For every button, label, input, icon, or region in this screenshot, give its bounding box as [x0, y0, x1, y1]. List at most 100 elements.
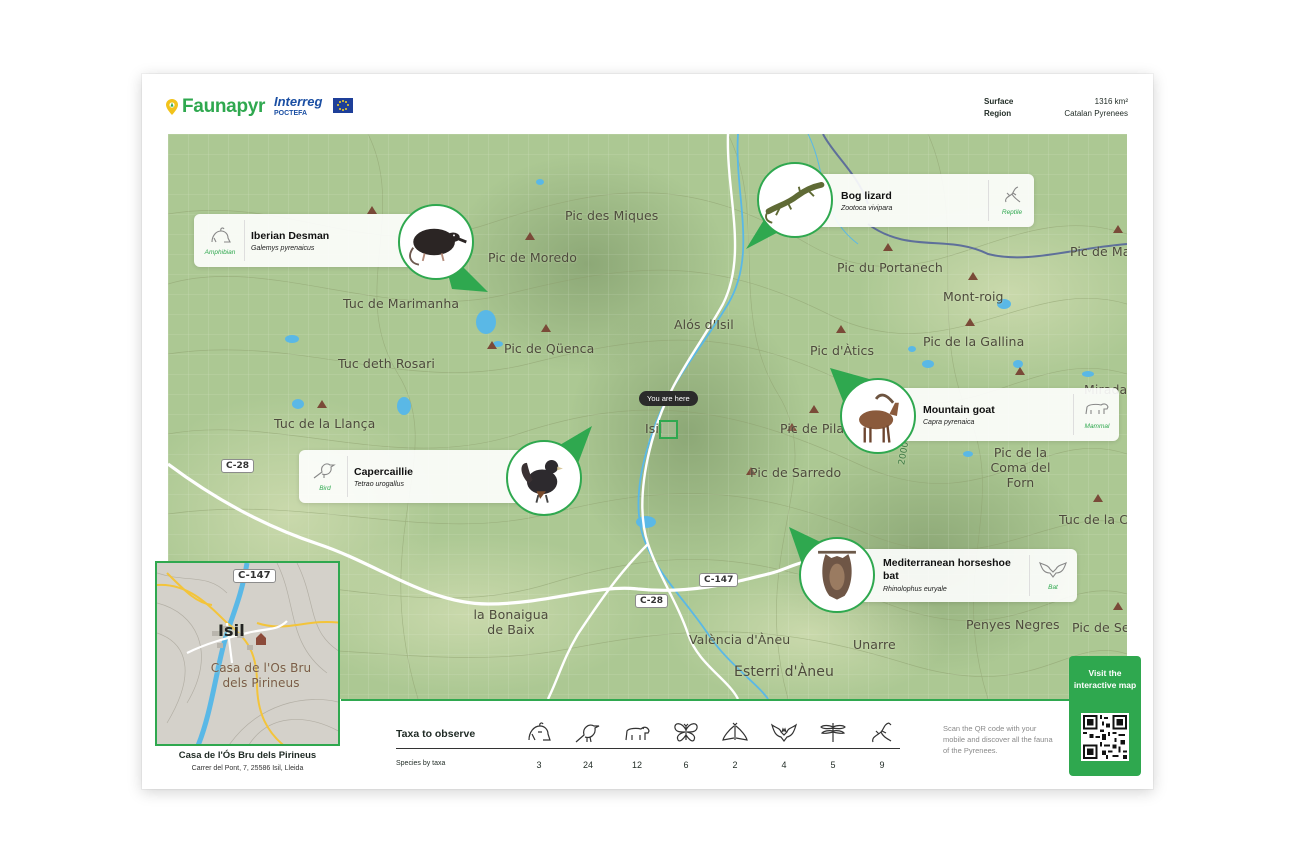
taxa-count: 9 [879, 760, 885, 770]
place-label: Pic de Qüenca [504, 341, 595, 356]
peak-marker [487, 341, 497, 349]
peak-marker [1113, 602, 1123, 610]
species-taxon: Bird [319, 485, 331, 492]
bat-illustration [799, 537, 875, 613]
inset-town-label: Isil [218, 621, 245, 640]
location-inset-map[interactable]: C-147 Isil Casa de l'Os Bru dels Pirineu… [155, 561, 340, 746]
peak-marker [1015, 367, 1025, 375]
species-name: Iberian Desman [251, 230, 330, 242]
taxa-divider [396, 748, 900, 749]
place-label: Tuc de la Ci [1059, 512, 1127, 527]
species-name: Bog lizard [841, 190, 892, 202]
you-are-here-marker[interactable] [659, 420, 678, 439]
inset-terrain [157, 563, 338, 744]
card-divider [347, 456, 348, 497]
interreg-logo: Interreg POCTEFA [274, 95, 322, 117]
mountain-goat-illustration [840, 378, 916, 454]
species-name: Mountain goat [923, 404, 995, 416]
partner-name: Interreg [274, 94, 323, 109]
peak-marker [1093, 494, 1103, 502]
capercaillie-illustration [506, 440, 582, 516]
qr-code[interactable] [1081, 713, 1129, 761]
taxa-count: 24 [582, 760, 593, 770]
road-badge: C-28 [635, 594, 669, 608]
lizard-icon [992, 184, 1032, 204]
place-label: Mont-roig [943, 289, 1004, 304]
peak-marker [965, 318, 975, 326]
peak-marker [883, 243, 893, 251]
lizard-icon [868, 720, 896, 744]
taxa-subtitle: Species by taxa [396, 760, 446, 767]
peak-marker [1113, 225, 1123, 233]
map-pin-logo-icon [166, 99, 178, 115]
species-card[interactable]: Amphibian Iberian Desman Galemys pyrenai… [194, 214, 430, 267]
species-latin-name: Capra pyrenaica [923, 419, 975, 426]
species-latin-name: Zootoca vivipara [841, 205, 893, 212]
meta-region: Region Catalan Pyrenees [984, 109, 1128, 118]
peak-marker [836, 325, 846, 333]
bird-icon [574, 720, 602, 744]
place-label: Penyes Negres [966, 617, 1060, 632]
card-divider [988, 180, 989, 221]
place-label: València d'Àneu [689, 632, 791, 647]
species-latin-name: Galemys pyrenaicus [251, 245, 315, 252]
place-label: Tuc deth Rosari [338, 356, 435, 371]
inset-address: Carrer del Pont, 7, 25586 Isil, Lleida [191, 765, 304, 772]
species-card[interactable]: Bog lizard Zootoca vivipara Reptile [800, 174, 1034, 227]
place-label: Esterri d'Àneu [734, 664, 834, 680]
frog-icon [200, 226, 240, 246]
species-taxon: Bat [1048, 584, 1058, 591]
place-label: Tuc de la Llança [274, 416, 376, 431]
peak-marker [317, 400, 327, 408]
bear-icon [623, 720, 651, 744]
species-latin-name: Rhinolophus euryale [883, 586, 947, 593]
place-label: Alós d'Isil [674, 317, 734, 332]
you-are-here-tooltip: You are here [639, 391, 698, 406]
species-taxon: Reptile [1001, 209, 1023, 216]
bog-lizard-illustration [757, 162, 833, 238]
taxa-count: 6 [683, 760, 689, 770]
bear-icon [1077, 398, 1117, 418]
species-taxon: Mammal [1084, 423, 1110, 430]
bottom-divider [341, 699, 1127, 701]
inset-poi-label: Casa de l'Os Bru dels Pirineus [210, 661, 312, 690]
place-label: Pic d'Àtics [810, 343, 875, 358]
meta-surface: Surface 1316 km² [984, 97, 1128, 106]
place-label: Pic de Moredo [488, 250, 578, 265]
inset-road-badge: C-147 [233, 569, 276, 583]
taxa-count: 12 [631, 760, 642, 770]
iberian-desman-illustration [398, 204, 474, 280]
place-label: Pic du Portanech [837, 260, 943, 275]
species-name: Capercaillie [354, 466, 413, 478]
species-card[interactable]: Bird Capercaillie Tetrao urogallus [299, 450, 525, 503]
species-taxon: Amphibian [204, 249, 236, 256]
road-badge: C-28 [221, 459, 255, 473]
peak-marker [367, 206, 377, 214]
place-label: Pic de Sarredo [750, 465, 842, 480]
taxa-title: Taxa to observe [396, 728, 476, 740]
bat-icon [770, 720, 798, 744]
moth-icon [721, 720, 749, 744]
place-label: Pic de Se [1072, 620, 1127, 635]
peak-marker [525, 232, 535, 240]
faunapyr-logo[interactable]: Faunapyr [166, 96, 265, 118]
place-label: la Bonaigua de Baix [473, 607, 549, 637]
species-name: Mediterranean horseshoe bat [883, 557, 1011, 582]
bird-icon [305, 460, 345, 480]
bat-icon [1033, 559, 1073, 579]
place-label: Pic de la Coma del Forn [990, 445, 1051, 490]
species-latin-name: Tetrao urogallus [354, 481, 404, 488]
peak-marker [541, 324, 551, 332]
place-label: Unarre [853, 637, 896, 652]
inset-title: Casa de l'Ós Bru dels Pirineus [178, 750, 317, 761]
peak-marker [968, 272, 978, 280]
poster: Faunapyr Interreg POCTEFA Surface 1316 k… [142, 74, 1153, 789]
partner-program: POCTEFA [274, 110, 308, 117]
place-label: Pic de la Gallina [923, 334, 1025, 349]
region-meta: Surface 1316 km² Region Catalan Pyrenees [984, 96, 1128, 120]
taxa-count: 2 [732, 760, 738, 770]
interactive-map-button[interactable]: Visit the interactive map [1069, 656, 1141, 776]
place-label: Pic des Miques [565, 208, 659, 223]
butterfly-icon [672, 720, 700, 744]
place-label: Tuc de Marimanha [343, 296, 460, 311]
